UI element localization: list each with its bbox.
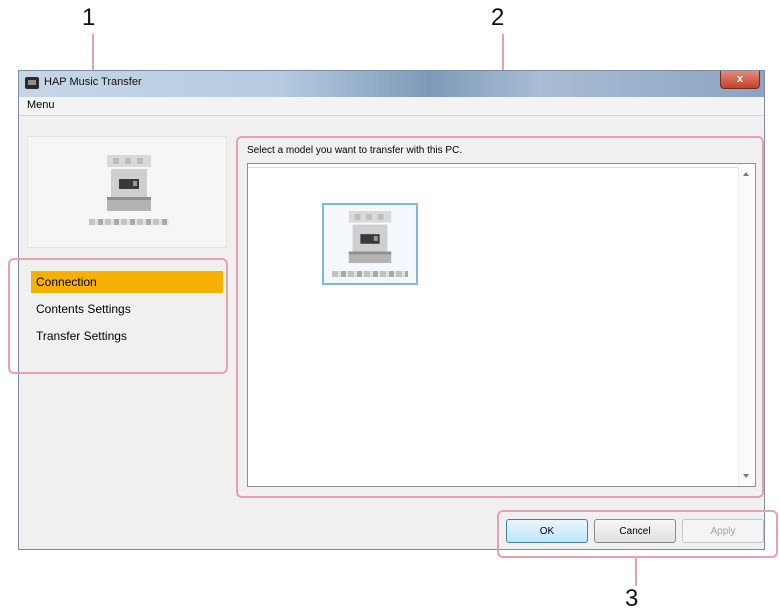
device-card [27, 136, 227, 248]
callout-number-1: 1 [82, 4, 96, 31]
menu-bar: Menu [19, 97, 764, 116]
menu-item-menu[interactable]: Menu [27, 99, 55, 111]
callout-line-3 [635, 558, 637, 586]
callout-box-2 [236, 136, 764, 498]
title-bar[interactable]: HAP Music Transfer x [19, 71, 764, 97]
callout-box-3 [497, 510, 778, 558]
app-icon [25, 77, 39, 89]
callout-number-3: 3 [625, 585, 639, 612]
device-icon [107, 155, 151, 211]
callout-number-2: 2 [491, 4, 505, 31]
window-title: HAP Music Transfer [44, 76, 142, 88]
close-button[interactable]: x [720, 71, 760, 89]
callout-box-1 [8, 258, 228, 374]
device-name-blurred [89, 219, 169, 225]
